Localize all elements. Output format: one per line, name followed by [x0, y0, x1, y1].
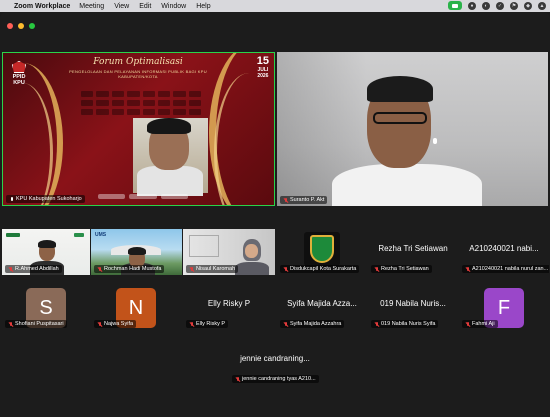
microphone-muted-icon — [283, 266, 288, 272]
window-controls — [7, 23, 35, 29]
ums-logo: UMS — [95, 232, 107, 238]
menu-edit[interactable]: Edit — [139, 3, 151, 10]
participant-name-tag: Disdukcapil Kota Surakarta — [280, 265, 360, 273]
participant-name-tag: KPU Kabupaten Sukoharjo — [6, 195, 85, 203]
participant-display-name: A210240021 nabi... — [469, 244, 539, 253]
status-icon[interactable]: ⚑ — [510, 1, 518, 10]
surakarta-emblem-icon — [310, 235, 334, 263]
microphone-muted-icon — [283, 321, 288, 327]
microphone-muted-icon — [8, 266, 13, 272]
participant-name: Elly Risky P — [196, 321, 226, 327]
status-icon[interactable]: ● — [468, 1, 476, 10]
minimize-window-button[interactable] — [18, 23, 24, 29]
slide-photo-grid — [81, 91, 201, 115]
slide-date: 15 JULI 2026 — [256, 55, 269, 80]
participant-name: Najwa Syifa — [104, 321, 134, 327]
video-tile-rochman[interactable]: UMS Rochman Hadi Mustofa — [91, 229, 182, 275]
slide-title: Forum Optimalisasi — [93, 57, 183, 67]
participant-name: R.Ahmed Abdillah — [15, 266, 59, 272]
status-icon[interactable]: ◆ — [524, 1, 532, 10]
microphone-muted-icon — [97, 266, 102, 272]
camera-in-use-icon[interactable] — [448, 1, 462, 10]
video-tile-fahmi[interactable]: F Fahmi Aji — [459, 284, 549, 330]
close-window-button[interactable] — [7, 23, 13, 29]
participant-name: Disdukcapil Kota Surakarta — [290, 266, 357, 272]
video-tile-jennie[interactable]: jennie candraning... jennie candraning t… — [229, 339, 321, 385]
participant-name-tag: Elly Risky P — [186, 320, 229, 328]
participant-name-tag: Najwa Syifa — [94, 320, 137, 328]
microphone-muted-icon — [374, 266, 379, 272]
microphone-muted-icon — [189, 321, 194, 327]
participant-name-tag: R.Ahmed Abdillah — [5, 265, 62, 273]
participant-name: Suranto P. Akt — [290, 197, 325, 203]
slide-subtitle: PENGELOLAAN DAN PELAYANAN INFORMASI PUBL… — [69, 69, 207, 79]
video-tile-a210240021[interactable]: A210240021 nabi... A210240021 nabila nur… — [459, 229, 549, 275]
participant-display-name: jennie candraning... — [240, 354, 310, 363]
participant-name-tag: Fahmi Aji — [462, 320, 498, 328]
menu-view[interactable]: View — [114, 3, 129, 10]
participant-name-tag: Suranto P. Akt — [280, 196, 328, 204]
participant-name: A210240021 nabila nurul zan... — [472, 266, 549, 272]
participant-name-tag: A210240021 nabila nurul zan... — [462, 265, 549, 273]
participant-name: Rochman Hadi Mustofa — [104, 266, 162, 272]
microphone-muted-icon — [465, 266, 470, 272]
microphone-muted-icon — [189, 266, 194, 272]
microphone-muted-icon — [97, 321, 102, 327]
app-menu[interactable]: Zoom Workplace — [14, 3, 70, 10]
participant-name-tag: Syifa Majida Azzahra — [280, 320, 345, 328]
participant-name-tag: Shofiani Puspitasari — [5, 320, 67, 328]
menu-help[interactable]: Help — [196, 3, 210, 10]
menu-window[interactable]: Window — [161, 3, 186, 10]
menu-meeting[interactable]: Meeting — [79, 3, 104, 10]
logo-text: PPID KPU — [12, 74, 26, 86]
participant-name-tag: Rochman Hadi Mustofa — [94, 265, 165, 273]
participant-display-name: Elly Risky P — [207, 299, 251, 308]
menu-bar: Zoom Workplace Meeting View Edit Window … — [0, 0, 550, 12]
participant-name: 019 Nabila Nuris Syifa — [381, 321, 436, 327]
video-tile-nisaul[interactable]: Nisaul Karomah — [183, 229, 275, 275]
microphone-muted-icon — [235, 376, 240, 382]
participant-name: Syifa Majida Azzahra — [290, 321, 342, 327]
status-icon[interactable]: ✓ — [496, 1, 504, 10]
microphone-icon — [9, 196, 14, 202]
microphone-muted-icon — [465, 321, 470, 327]
participant-name-tag: Rezha Tri Setiawan — [371, 265, 432, 273]
status-icon[interactable]: ◐ — [482, 1, 490, 10]
presenter-webcam — [133, 118, 208, 196]
participant-name: Nisaul Karomah — [196, 266, 236, 272]
video-tile-elly[interactable]: Elly Risky P Elly Risky P — [183, 284, 275, 330]
microphone-muted-icon — [374, 321, 379, 327]
video-tile-syifa[interactable]: Syifa Majida Azza... Syifa Majida Azzahr… — [277, 284, 367, 330]
date-day: 15 — [256, 55, 269, 67]
participant-name: KPU Kabupaten Sukoharjo — [16, 196, 82, 202]
date-year: 2026 — [257, 73, 269, 79]
zoom-window-button[interactable] — [29, 23, 35, 29]
microphone-muted-icon — [8, 321, 13, 327]
video-tile-kpu[interactable]: PPID KPU Forum Optimalisasi PENGELOLAAN … — [2, 52, 275, 206]
slide-footer — [98, 194, 188, 199]
participant-name-tag: 019 Nabila Nuris Syifa — [371, 320, 439, 328]
video-tile-suranto[interactable]: Suranto P. Akt — [277, 52, 548, 206]
participant-name: Rezha Tri Setiawan — [381, 266, 429, 272]
microphone-muted-icon — [283, 197, 288, 203]
participant-display-name: Rezha Tri Setiawan — [378, 244, 448, 253]
participant-display-name: Syifa Majida Azza... — [287, 299, 357, 308]
participant-name: Shofiani Puspitasari — [15, 321, 64, 327]
video-tile-ahmed[interactable]: R.Ahmed Abdillah — [2, 229, 90, 275]
kpu-seal-icon — [12, 61, 26, 73]
participant-name-tag: Nisaul Karomah — [186, 265, 239, 273]
ppid-kpu-logo: PPID KPU — [8, 61, 30, 86]
video-tile-nabila[interactable]: 019 Nabila Nuris... 019 Nabila Nuris Syi… — [368, 284, 458, 330]
participant-name: jennie candraning tyas A210... — [242, 376, 316, 382]
video-tile-disdukcapil[interactable]: Disdukcapil Kota Surakarta — [277, 229, 367, 275]
video-tile-shofiani[interactable]: S Shofiani Puspitasari — [2, 284, 90, 330]
video-tile-najwa[interactable]: N Najwa Syifa — [91, 284, 182, 330]
participant-name-tag: jennie candraning tyas A210... — [232, 375, 319, 383]
video-tile-rezha[interactable]: Rezha Tri Setiawan Rezha Tri Setiawan — [368, 229, 458, 275]
status-icon[interactable]: ▲ — [538, 1, 546, 10]
participant-name: Fahmi Aji — [472, 321, 495, 327]
participant-display-name: 019 Nabila Nuris... — [380, 299, 446, 308]
